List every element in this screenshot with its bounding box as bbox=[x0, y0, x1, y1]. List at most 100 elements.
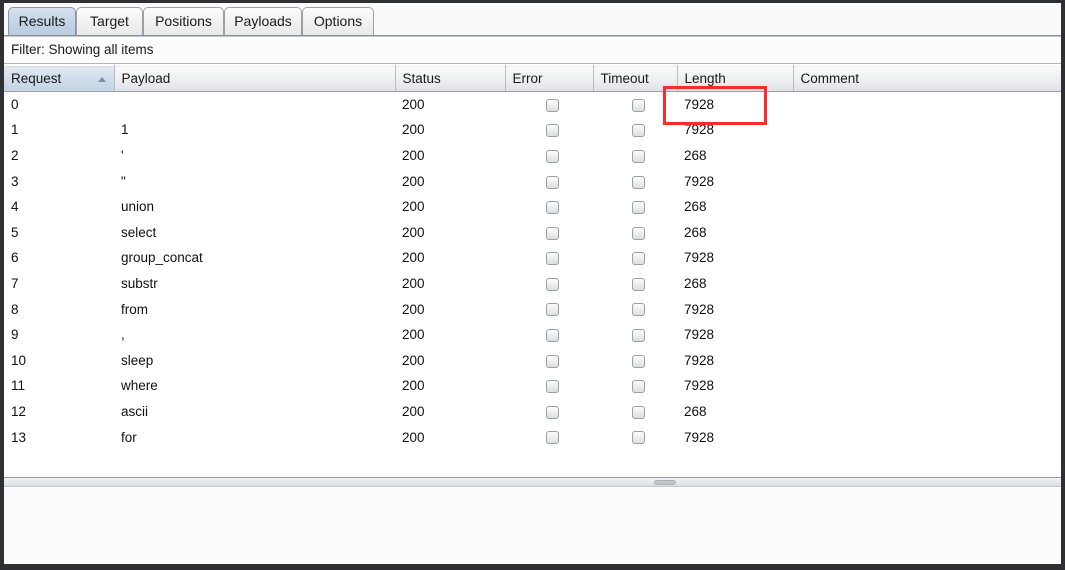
table-row[interactable]: 2 ' 200 268 bbox=[4, 143, 1061, 169]
error-checkbox[interactable] bbox=[546, 277, 559, 291]
tab-target[interactable]: Target bbox=[76, 7, 143, 35]
column-header-payload[interactable]: Payload bbox=[114, 65, 396, 92]
column-header-timeout[interactable]: Timeout bbox=[593, 65, 678, 92]
table-row[interactable]: 12 ascii 200 268 bbox=[4, 399, 1061, 425]
cell-length: 268 bbox=[684, 403, 707, 419]
cell-error bbox=[505, 373, 593, 399]
cell-request: 3 bbox=[11, 173, 19, 189]
cell-request: 13 bbox=[11, 429, 27, 445]
cell-status: 200 bbox=[402, 275, 425, 291]
column-header-comment[interactable]: Comment bbox=[793, 65, 1061, 92]
timeout-checkbox[interactable] bbox=[632, 226, 645, 240]
tab-payloads[interactable]: Payloads bbox=[224, 7, 302, 35]
error-checkbox[interactable] bbox=[546, 149, 559, 163]
cell-request: 12 bbox=[11, 403, 27, 419]
cell-status: 200 bbox=[402, 224, 425, 240]
error-checkbox[interactable] bbox=[546, 329, 559, 343]
cell-length: 268 bbox=[684, 199, 707, 215]
request-response-detail-panel[interactable] bbox=[4, 487, 1061, 564]
timeout-checkbox[interactable] bbox=[632, 252, 645, 266]
tab-positions[interactable]: Positions bbox=[143, 7, 224, 35]
timeout-checkbox[interactable] bbox=[632, 277, 645, 291]
cell-length: 7928 bbox=[684, 429, 715, 445]
cell-length: 7928 bbox=[684, 327, 715, 343]
column-header-request[interactable]: Request bbox=[4, 65, 115, 92]
table-row[interactable]: 10 sleep 200 7928 bbox=[4, 347, 1061, 373]
cell-timeout bbox=[593, 219, 677, 245]
timeout-checkbox[interactable] bbox=[632, 175, 645, 189]
error-checkbox[interactable] bbox=[546, 226, 559, 240]
timeout-checkbox[interactable] bbox=[632, 98, 645, 112]
results-table-body[interactable]: 0 200 7928 1 1 200 7928 2 ' 200 268 3 " 200 7928 4 union… bbox=[4, 92, 1061, 450]
error-checkbox[interactable] bbox=[546, 431, 559, 445]
cell-request: 8 bbox=[11, 301, 19, 317]
cell-payload: ascii bbox=[121, 403, 149, 419]
sort-ascending-icon bbox=[97, 77, 106, 82]
table-row[interactable]: 11 where 200 7928 bbox=[4, 373, 1061, 399]
cell-error bbox=[505, 168, 593, 194]
table-row[interactable]: 9, 200 7928 bbox=[4, 322, 1061, 348]
cell-comment bbox=[793, 219, 1061, 245]
cell-comment bbox=[793, 296, 1061, 322]
cell-status: 200 bbox=[402, 250, 425, 266]
cell-error bbox=[505, 424, 593, 450]
error-checkbox[interactable] bbox=[546, 124, 559, 138]
splitter-grip-icon[interactable] bbox=[654, 480, 676, 485]
tab-results[interactable]: Results bbox=[8, 7, 76, 35]
cell-comment bbox=[793, 347, 1061, 373]
column-header-error[interactable]: Error bbox=[505, 65, 594, 92]
filter-bar[interactable]: Filter: Showing all items bbox=[4, 36, 1061, 64]
error-checkbox[interactable] bbox=[546, 175, 559, 189]
timeout-checkbox[interactable] bbox=[632, 431, 645, 445]
error-checkbox[interactable] bbox=[546, 98, 559, 112]
error-checkbox[interactable] bbox=[546, 201, 559, 215]
table-row[interactable]: 13 for 200 7928 bbox=[4, 424, 1061, 450]
cell-error bbox=[505, 296, 593, 322]
error-checkbox[interactable] bbox=[546, 405, 559, 419]
table-row[interactable]: 5 select 200 268 bbox=[4, 219, 1061, 245]
timeout-checkbox[interactable] bbox=[632, 405, 645, 419]
timeout-checkbox[interactable] bbox=[632, 149, 645, 163]
table-row[interactable]: 6 group_concat 200 7928 bbox=[4, 245, 1061, 271]
cell-status: 200 bbox=[402, 327, 425, 343]
cell-comment bbox=[793, 92, 1061, 118]
timeout-checkbox[interactable] bbox=[632, 201, 645, 215]
cell-error bbox=[505, 143, 593, 169]
timeout-checkbox[interactable] bbox=[632, 329, 645, 343]
cell-comment bbox=[793, 245, 1061, 271]
column-header-status[interactable]: Status bbox=[395, 65, 506, 92]
horizontal-splitter[interactable] bbox=[4, 477, 1061, 487]
timeout-checkbox[interactable] bbox=[632, 303, 645, 317]
cell-timeout bbox=[593, 424, 677, 450]
burp-intruder-window: Results Target Positions Payloads Options Fi… bbox=[0, 0, 1065, 570]
cell-comment bbox=[793, 168, 1061, 194]
table-row[interactable]: 8 from 200 7928 bbox=[4, 296, 1061, 322]
error-checkbox[interactable] bbox=[546, 252, 559, 266]
cell-length: 7928 bbox=[684, 97, 715, 113]
cell-error bbox=[505, 271, 593, 297]
cell-request: 11 bbox=[11, 378, 26, 394]
table-row[interactable]: 4 union 200 268 bbox=[4, 194, 1061, 220]
table-row[interactable]: 7 substr 200 268 bbox=[4, 271, 1061, 297]
timeout-checkbox[interactable] bbox=[632, 380, 645, 394]
timeout-checkbox[interactable] bbox=[632, 354, 645, 368]
results-table-panel[interactable]: Request Payload Status Error Timeout Length Co… bbox=[4, 65, 1061, 477]
column-header-label: Error bbox=[512, 71, 543, 86]
column-header-label: Request bbox=[11, 71, 62, 86]
timeout-checkbox[interactable] bbox=[632, 124, 645, 138]
tab-options[interactable]: Options bbox=[302, 7, 374, 35]
error-checkbox[interactable] bbox=[546, 380, 559, 394]
table-row[interactable]: 1 1 200 7928 bbox=[4, 117, 1061, 143]
cell-payload: , bbox=[121, 327, 125, 343]
cell-timeout bbox=[593, 296, 677, 322]
cell-request: 1 bbox=[11, 122, 19, 138]
column-header-length[interactable]: Length bbox=[677, 65, 794, 92]
error-checkbox[interactable] bbox=[546, 354, 559, 368]
cell-payload: group_concat bbox=[121, 250, 203, 266]
cell-error bbox=[505, 245, 593, 271]
cell-status: 200 bbox=[402, 352, 425, 368]
error-checkbox[interactable] bbox=[546, 303, 559, 317]
cell-timeout bbox=[593, 168, 677, 194]
table-row[interactable]: 3 " 200 7928 bbox=[4, 168, 1061, 194]
table-row[interactable]: 0 200 7928 bbox=[4, 92, 1061, 118]
